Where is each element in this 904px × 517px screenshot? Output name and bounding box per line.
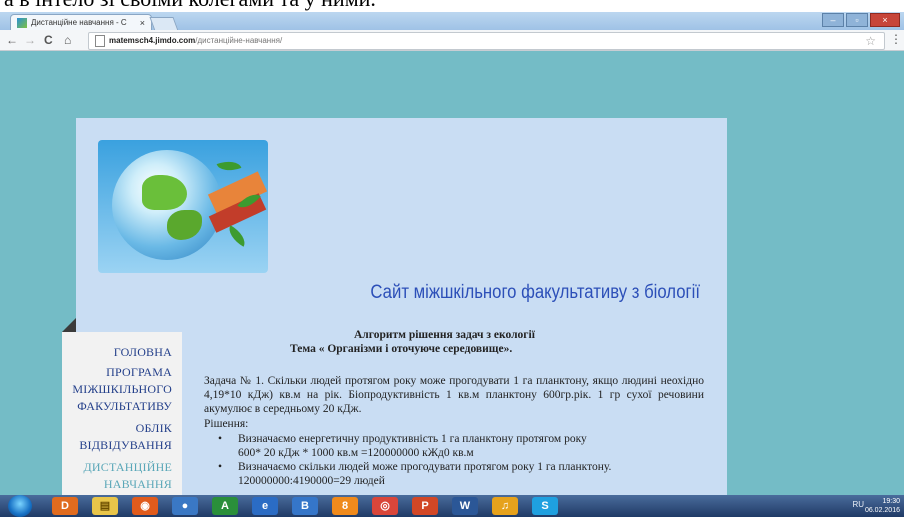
browser-toolbar: ← → C ⌂ matemsch4.jimdo.com/дистанційне-… — [0, 30, 904, 51]
clock-date: 06.02.2016 — [864, 507, 900, 514]
sidebar-nav: ГОЛОВНА ПРОГРАМА МІЖШКІЛЬНОГО ФАКУЛЬТАТИ… — [62, 332, 182, 498]
bookmark-star-icon[interactable]: ☆ — [865, 33, 876, 49]
taskbar-app-icon[interactable]: D — [52, 497, 78, 515]
browser-menu-icon[interactable]: ⋮ — [890, 32, 902, 46]
nav-item-distance-learning[interactable]: НАВЧАННЯ — [104, 476, 172, 493]
start-button[interactable] — [8, 495, 32, 517]
nav-item-home[interactable]: ГОЛОВНА — [114, 344, 172, 361]
tab-title: Дистанційне навчання - С — [31, 18, 127, 27]
nav-item-program[interactable]: ФАКУЛЬТАТИВУ — [77, 398, 172, 415]
taskbar-app-icon[interactable]: ● — [172, 497, 198, 515]
nav-item-distance-learning[interactable]: ДИСТАНЦІЙНЕ — [84, 459, 172, 476]
article-subheading: Тема « Організми і оточуюче середовище». — [290, 343, 513, 355]
restore-button[interactable]: ▫ — [846, 13, 868, 27]
word-icon[interactable]: W — [452, 497, 478, 515]
clipped-caption: а в інтело зі своїми колегами та у ними. — [0, 0, 904, 12]
leaf-icon — [224, 225, 250, 247]
back-icon[interactable]: ← — [6, 32, 18, 48]
new-tab-button[interactable] — [149, 17, 179, 31]
taskbar-app-icon[interactable]: B — [292, 497, 318, 515]
solution-label: Рішення: — [204, 418, 249, 430]
task-paragraph: Задача № 1. Скільки людей протягом року … — [204, 375, 704, 415]
reload-icon[interactable]: C — [44, 32, 53, 48]
globe-icon — [112, 150, 222, 260]
favicon-icon — [17, 18, 27, 28]
odnoklassniki-icon[interactable]: 8 — [332, 497, 358, 515]
list-item: • Визначаємо енергетичну продуктивність … — [218, 432, 704, 460]
url-path: /дистанційне-навчання/ — [195, 36, 283, 45]
leaf-icon — [216, 156, 242, 176]
nav-item-program[interactable]: ПРОГРАМА — [106, 364, 172, 381]
windows-taskbar: D ▤ ◉ ● A e B 8 ◎ P W ♫ S RU 19:30 06.02… — [0, 495, 904, 517]
bullet-icon: • — [218, 461, 223, 473]
nav-item-program[interactable]: МІЖШКІЛЬНОГО — [72, 381, 172, 398]
taskbar-app-icon[interactable]: A — [212, 497, 238, 515]
site-logo[interactable] — [98, 140, 268, 273]
tray-language[interactable]: RU — [852, 500, 864, 509]
skype-icon[interactable]: S — [532, 497, 558, 515]
tab-close-icon[interactable]: × — [140, 15, 145, 31]
article-heading: Алгоритм рішення задач з екології — [354, 329, 535, 341]
list-item: • Визначаємо скільки людей може прогодув… — [218, 460, 704, 488]
site-title: Сайт міжшкільного факультативу з біологі… — [370, 282, 700, 303]
solution-list: • Визначаємо енергетичну продуктивність … — [218, 432, 704, 488]
window-controls: ‒ ▫ × — [822, 13, 900, 27]
nav-fold-corner — [62, 318, 76, 332]
powerpoint-icon[interactable]: P — [412, 497, 438, 515]
list-item-sub: 600* 20 кДж * 1000 кв.м =120000000 кЖд0 … — [238, 447, 474, 459]
chrome-icon[interactable]: ◎ — [372, 497, 398, 515]
close-window-button[interactable]: × — [870, 13, 900, 27]
continent-shape — [142, 175, 187, 210]
page-icon — [95, 35, 105, 47]
music-player-icon[interactable]: ♫ — [492, 497, 518, 515]
url-host: matemsch4.jimdo.com — [109, 36, 196, 45]
nav-item-attendance[interactable]: ОБЛІК — [136, 420, 172, 437]
nav-item-attendance[interactable]: ВІДВІДУВАННЯ — [79, 437, 172, 454]
home-icon[interactable]: ⌂ — [64, 32, 71, 48]
minimize-button[interactable]: ‒ — [822, 13, 844, 27]
list-item-text: Визначаємо енергетичну продуктивність 1 … — [238, 433, 587, 445]
browser-tab[interactable]: Дистанційне навчання - С × — [10, 14, 152, 31]
browser-tabbar: Дистанційне навчання - С × ‒ ▫ × — [0, 12, 904, 31]
list-item-sub: 120000000:4190000=29 людей — [238, 475, 385, 487]
continent-shape — [167, 210, 202, 240]
bullet-icon: • — [218, 433, 223, 445]
clock-time: 19:30 — [882, 498, 900, 505]
folder-icon[interactable]: ▤ — [92, 497, 118, 515]
ie-icon[interactable]: e — [252, 497, 278, 515]
forward-icon[interactable]: → — [24, 32, 36, 48]
list-item-text: Визначаємо скільки людей може прогодуват… — [238, 461, 612, 473]
address-bar[interactable]: matemsch4.jimdo.com/дистанційне-навчання… — [88, 32, 885, 50]
firefox-icon[interactable]: ◉ — [132, 497, 158, 515]
system-clock[interactable]: 19:30 06.02.2016 — [865, 497, 900, 515]
